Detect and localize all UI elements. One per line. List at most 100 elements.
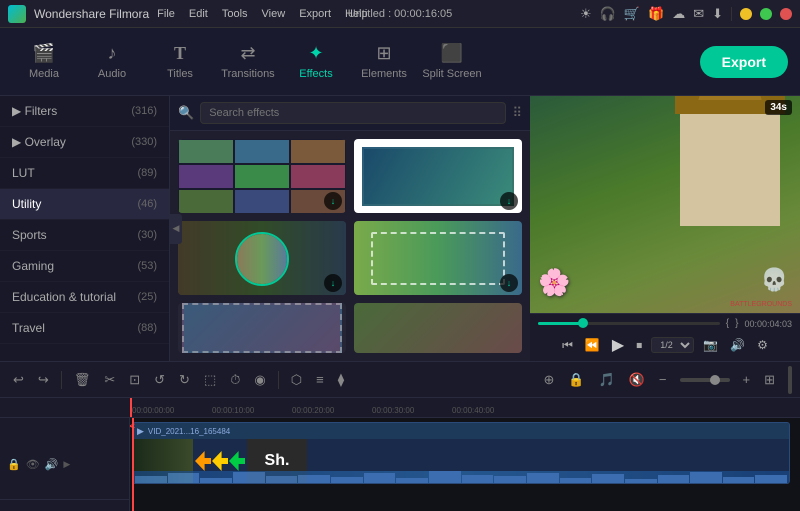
sidebar-count-utility: (46)	[137, 198, 157, 210]
volume-button[interactable]: 🔊	[727, 336, 748, 354]
sidebar-label-utility: Utility	[12, 197, 41, 211]
toolbar-audio[interactable]: ♪ Audio	[80, 34, 144, 90]
effect-card-imagemask[interactable]: ↓ Image Mask	[178, 221, 346, 295]
sidebar-item-gaming[interactable]: Gaming (53)	[0, 251, 169, 282]
waveform-bar	[625, 479, 657, 483]
waveform-bar	[200, 478, 232, 483]
effects-search-input[interactable]	[200, 102, 506, 124]
download-badge-shapemask[interactable]: ↓	[500, 274, 518, 292]
icon-email[interactable]: ✉	[693, 6, 704, 22]
mosaic-cell	[290, 139, 346, 164]
effect-card-extra2[interactable]	[354, 303, 522, 353]
icon-gift[interactable]: 🎁	[648, 6, 664, 22]
minimize-button[interactable]	[740, 8, 752, 20]
extra1-thumb	[178, 303, 346, 353]
sidebar-item-lut[interactable]: LUT (89)	[0, 158, 169, 189]
settings-button[interactable]: ⚙	[754, 336, 771, 354]
icon-cart[interactable]: 🛒	[624, 6, 640, 22]
menu-edit[interactable]: Edit	[189, 8, 208, 20]
mosaic-cell	[234, 139, 290, 164]
sidebar-count-sports: (30)	[137, 229, 157, 241]
step-back-button[interactable]: ⏪	[582, 336, 603, 354]
menu-file[interactable]: File	[157, 8, 175, 20]
waveform-bar	[494, 476, 526, 483]
effects2-button[interactable]: ⬡	[286, 369, 307, 391]
split-audio-button[interactable]: 🎵	[594, 369, 620, 391]
divider	[61, 371, 62, 389]
progress-thumb[interactable]	[578, 318, 588, 328]
toolbar-transitions[interactable]: ⇄ Transitions	[216, 34, 280, 90]
zoom-slider-thumb[interactable]	[710, 375, 720, 385]
app-logo	[8, 5, 26, 23]
icon-cloud[interactable]: ☁	[672, 6, 685, 22]
toolbar-media[interactable]: 🎬 Media	[12, 34, 76, 90]
icon-headphone[interactable]: 🎧	[600, 6, 616, 22]
effect-card-mosaic[interactable]: ↓ Mosaic	[178, 139, 346, 213]
track-mute-btn[interactable]: 🔊	[44, 457, 60, 472]
download-badge-border[interactable]: ↓	[500, 192, 518, 210]
track-content: ✂ ▶ VID_2021...16_165484	[130, 418, 800, 511]
effect-card-shapemask[interactable]: ↓ Shape Mask	[354, 221, 522, 295]
sidebar-item-overlay[interactable]: ▶ Overlay (330)	[0, 127, 169, 158]
download-badge-imagemask[interactable]: ↓	[324, 274, 342, 292]
menu-view[interactable]: View	[262, 8, 286, 20]
icon-download[interactable]: ⬇	[712, 6, 723, 22]
video-clip[interactable]: ▶ VID_2021...16_165484	[132, 422, 790, 484]
preview-progress-slider[interactable]	[538, 322, 720, 325]
sidebar-item-filters[interactable]: ▶ Filters (316)	[0, 96, 169, 127]
sidebar-item-utility[interactable]: Utility (46)	[0, 189, 169, 220]
waveform-bar	[364, 473, 396, 483]
sidebar-item-education[interactable]: Education & tutorial (25)	[0, 282, 169, 313]
effect-card-extra1[interactable]	[178, 303, 346, 353]
sidebar-collapse-button[interactable]: ◀	[170, 214, 182, 244]
toolbar-effects[interactable]: ✦ Effects	[284, 34, 348, 90]
clip-header: ▶ VID_2021...16_165484	[133, 423, 789, 439]
close-button[interactable]	[780, 8, 792, 20]
redo-button[interactable]: ↪	[33, 369, 54, 391]
track-visible-btn[interactable]: 👁	[25, 457, 41, 472]
download-badge-mosaic[interactable]: ↓	[324, 192, 342, 210]
undo-button[interactable]: ↩	[8, 369, 29, 391]
waveform-bar	[135, 476, 167, 483]
delete-button[interactable]: 🗑	[69, 369, 96, 391]
snap-button[interactable]: ⊕	[538, 369, 559, 391]
grid-view-icon[interactable]: ⠿	[512, 105, 522, 121]
shapemask-thumb: ↓	[354, 221, 522, 295]
mosaic-cell	[178, 139, 234, 164]
preview-video: 🌸 34s 💀 BATTLEGROUNDS	[530, 96, 800, 313]
playback-speed-select[interactable]: 1/2 1/4 1 2	[651, 337, 694, 353]
track-lock-btn[interactable]: 🔒	[6, 457, 22, 472]
zoom-out-button[interactable]: −	[654, 369, 672, 390]
ruler-time-3: 00:00:30:00	[372, 406, 452, 415]
effect-card-border[interactable]: ↓ Border	[354, 139, 522, 213]
export-button[interactable]: Export	[700, 46, 788, 78]
sidebar-item-sports[interactable]: Sports (30)	[0, 220, 169, 251]
lock-button[interactable]: 🔒	[563, 369, 589, 391]
crop-button[interactable]: ⊡	[124, 369, 145, 391]
stop-button[interactable]: ⏹	[633, 336, 645, 355]
sidebar-item-travel[interactable]: Travel (88)	[0, 313, 169, 344]
preview-video-content: 🌸 34s 💀 BATTLEGROUNDS	[530, 96, 800, 313]
mute-button[interactable]: 🔇	[624, 369, 650, 391]
fit-button[interactable]: ⊞	[759, 369, 780, 391]
brace-right: }	[735, 318, 738, 329]
cut-button[interactable]: ✂	[99, 369, 120, 391]
icon-sun[interactable]: ☀	[580, 6, 592, 22]
screenshot-button[interactable]: 📷	[700, 336, 721, 354]
zoom-in-button[interactable]: +	[738, 369, 756, 390]
toolbar-splitscreen[interactable]: ⬛ Split Screen	[420, 34, 484, 90]
menu-tools[interactable]: Tools	[222, 8, 248, 20]
toolbar-titles[interactable]: T Titles	[148, 34, 212, 90]
color-button[interactable]: ◉	[249, 369, 270, 391]
maximize-button[interactable]	[760, 8, 772, 20]
play-button[interactable]: ▶	[609, 333, 627, 357]
skip-back-button[interactable]: ⏮	[559, 336, 576, 355]
scale-button[interactable]: ⬚	[199, 369, 221, 391]
speed-button[interactable]: ⏱	[225, 369, 245, 391]
rotate-right-button[interactable]: ↻	[174, 369, 195, 391]
rotate-left-button[interactable]: ↺	[149, 369, 170, 391]
menu-export[interactable]: Export	[299, 8, 331, 20]
toolbar-elements[interactable]: ⊞ Elements	[352, 34, 416, 90]
mask-button[interactable]: ⧫	[333, 369, 349, 391]
audio-mix-button[interactable]: ≡	[311, 369, 329, 390]
